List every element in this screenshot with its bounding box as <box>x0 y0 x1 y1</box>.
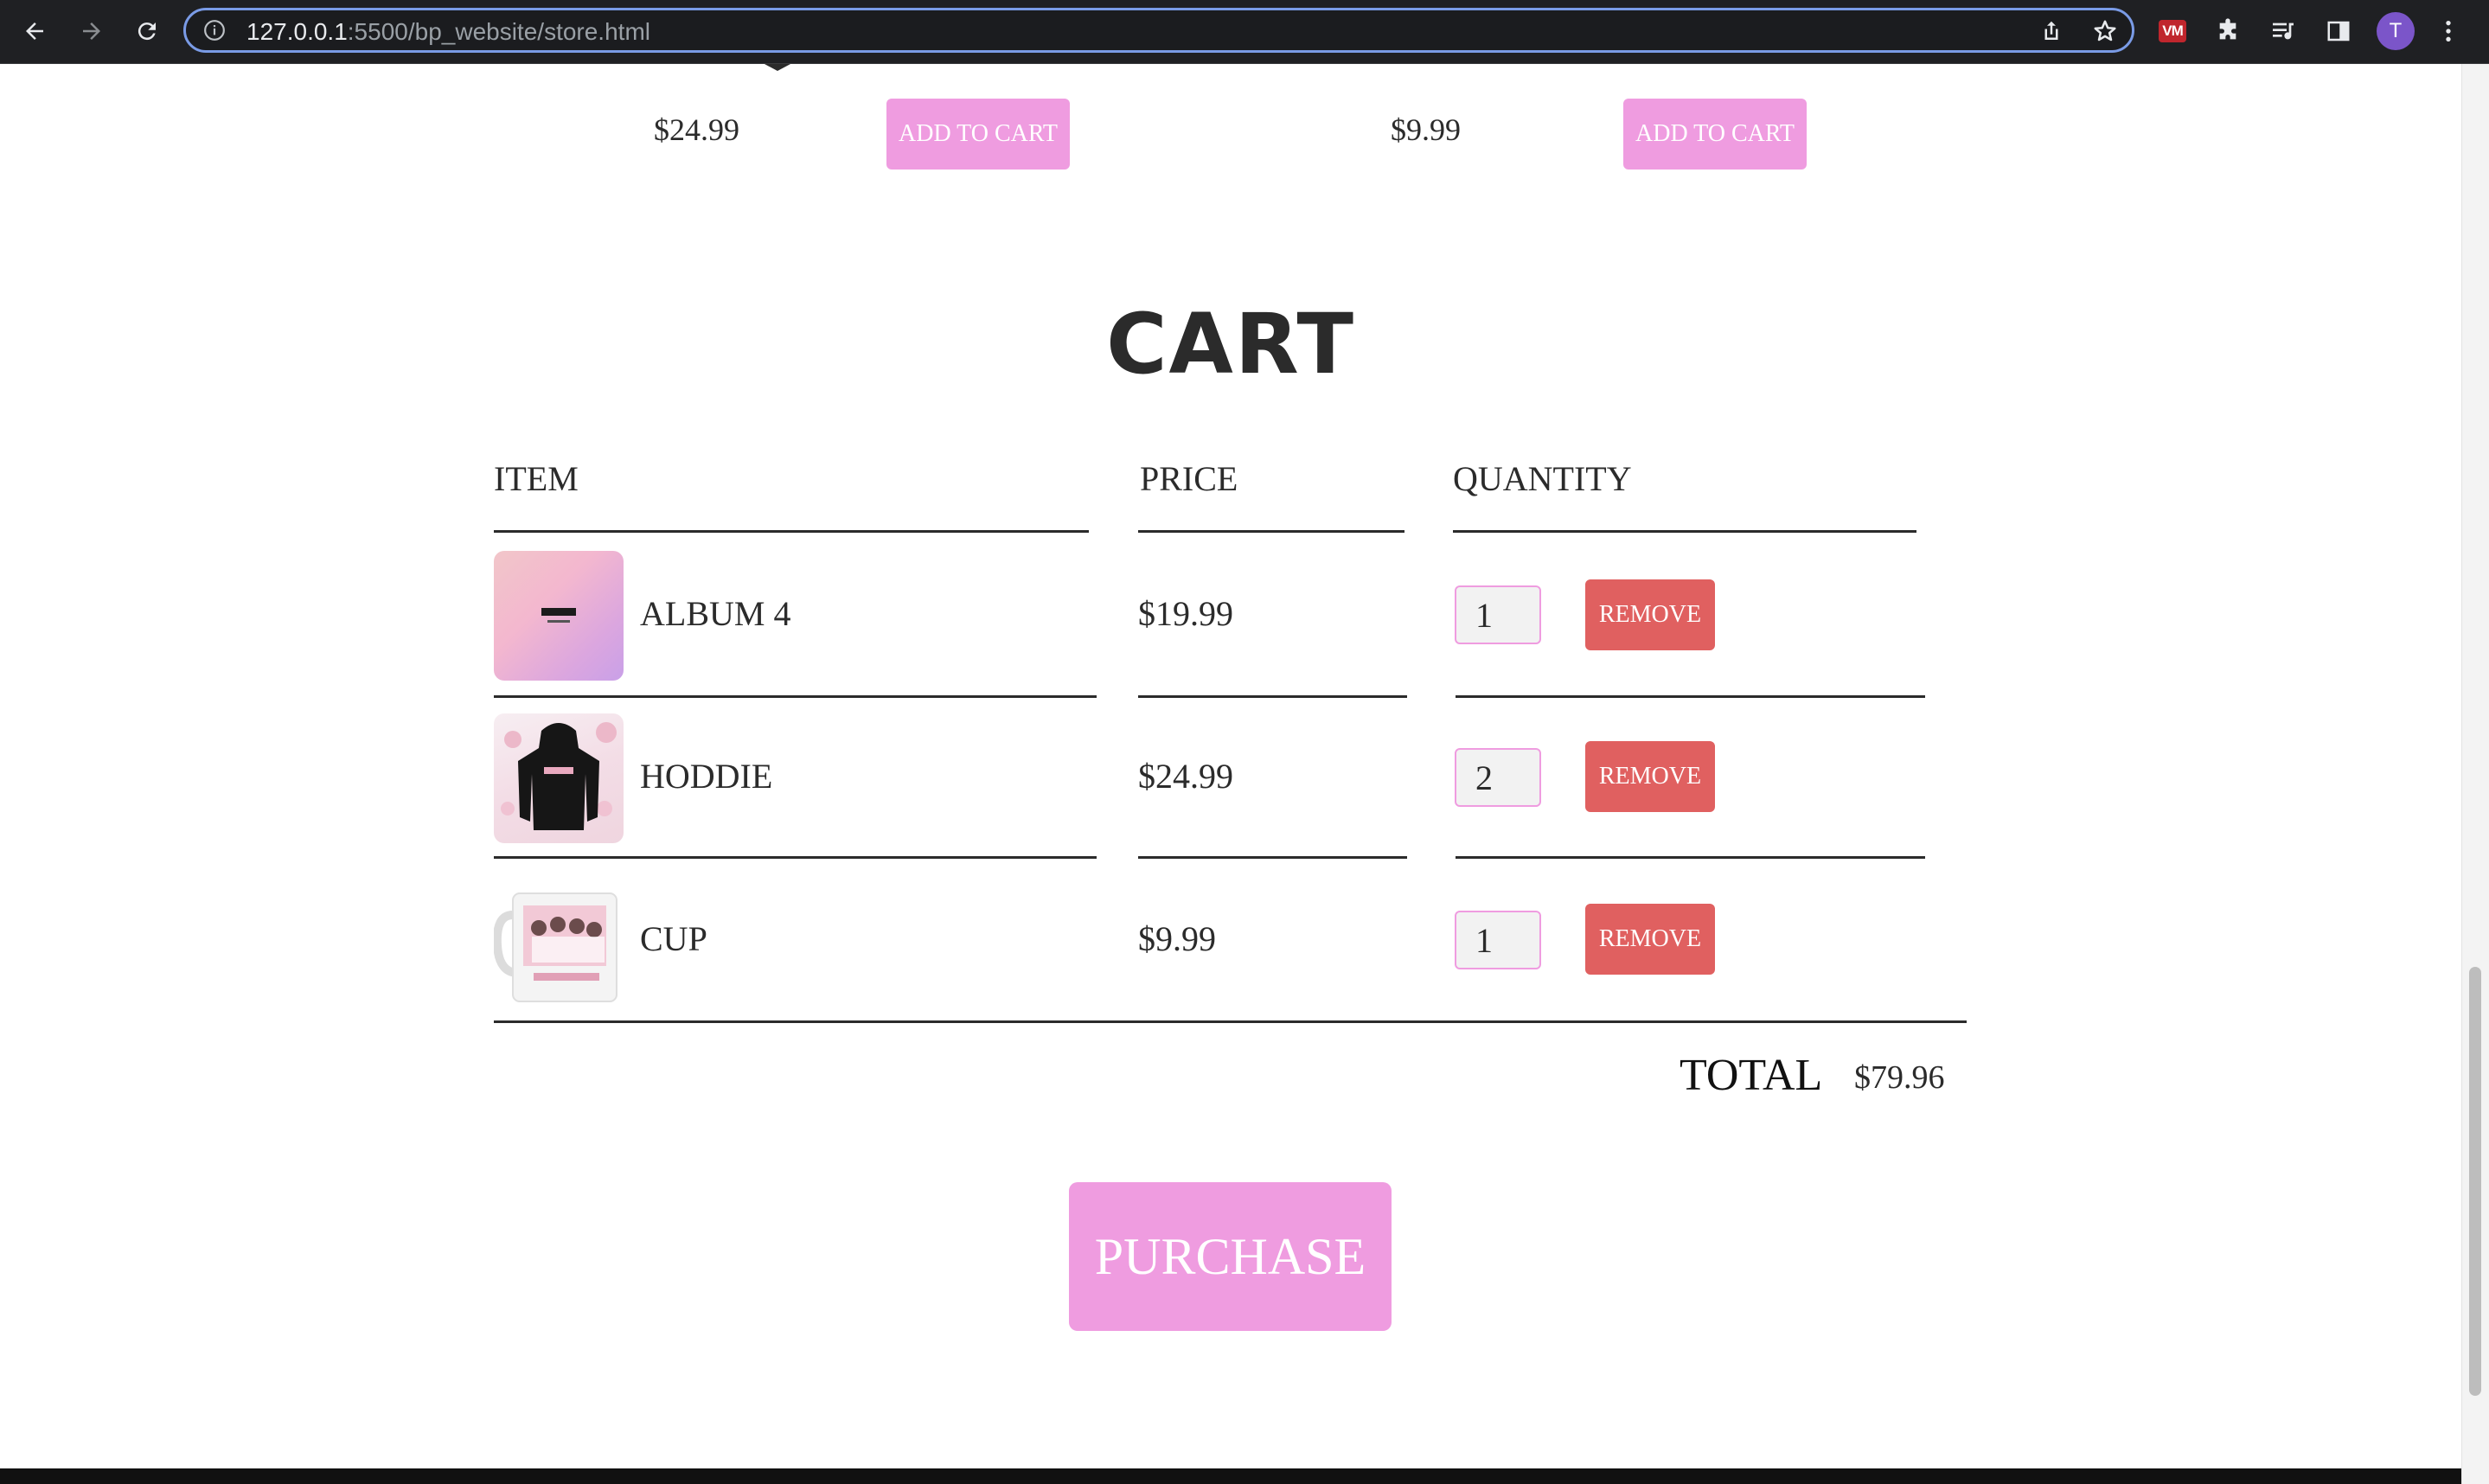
side-panel-glyph <box>2327 21 2350 42</box>
row-divider <box>1456 695 1925 698</box>
cart-item-name: HODDIE <box>640 757 773 796</box>
cart-item-name: ALBUM 4 <box>640 594 791 633</box>
column-header-quantity: QUANTITY <box>1453 459 1632 498</box>
url-host: 127.0.0.1 <box>246 18 348 45</box>
url-text: 127.0.0.1:5500/bp_website/store.html <box>246 18 650 46</box>
total-value: $79.96 <box>1854 1059 1945 1096</box>
puzzle-icon <box>2219 18 2236 40</box>
row-divider <box>1138 856 1407 859</box>
total-divider <box>494 1020 1967 1023</box>
address-bar[interactable]: 127.0.0.1:5500/bp_website/store.html <box>183 8 2134 53</box>
site-info-icon[interactable] <box>203 19 226 42</box>
profile-avatar[interactable]: T <box>2377 12 2415 50</box>
browser-toolbar: 127.0.0.1:5500/bp_website/store.html VM … <box>0 0 2489 64</box>
scrollbar-thumb[interactable] <box>2469 967 2481 1396</box>
cart-item-price: $19.99 <box>1138 594 1233 633</box>
hoodie-thumbnail <box>494 713 624 843</box>
media-control-icon[interactable] <box>2268 16 2299 47</box>
add-to-cart-button[interactable]: ADD TO CART <box>1623 99 1807 170</box>
header-divider <box>494 530 1089 533</box>
extensions-puzzle-icon[interactable] <box>2212 16 2243 47</box>
product-price: $9.99 <box>1391 112 1461 147</box>
quantity-input[interactable] <box>1455 585 1541 644</box>
row-divider <box>1456 856 1925 859</box>
purchase-button[interactable]: PURCHASE <box>1069 1182 1392 1331</box>
store-page: $24.99 ADD TO CART $9.99 ADD TO CART CAR… <box>0 64 2461 1484</box>
album-subtitle-mark <box>547 620 570 623</box>
remove-button[interactable]: REMOVE <box>1585 904 1715 975</box>
quantity-input[interactable] <box>1455 911 1541 969</box>
hoodie-image <box>501 722 617 830</box>
cart-item-price: $24.99 <box>1138 757 1233 796</box>
quantity-input[interactable] <box>1455 748 1541 807</box>
header-divider <box>1453 530 1916 533</box>
back-arrow-icon <box>26 22 43 40</box>
footer <box>0 1468 2461 1484</box>
kebab-menu-icon <box>2446 21 2451 42</box>
album-logo <box>541 608 576 616</box>
remove-button[interactable]: REMOVE <box>1585 579 1715 650</box>
row-divider <box>494 856 1097 859</box>
forward-arrow-icon <box>83 22 100 40</box>
product-image-fragment <box>765 64 790 71</box>
reload-icon <box>138 22 156 41</box>
column-header-item: ITEM <box>494 459 579 498</box>
reload-button[interactable] <box>128 12 166 50</box>
total-label: TOTAL <box>1680 1051 1823 1100</box>
row-divider <box>1138 695 1407 698</box>
product-price: $24.99 <box>654 112 739 147</box>
row-divider <box>494 695 1097 698</box>
extension-vm-label: VM <box>2159 20 2186 42</box>
add-to-cart-button[interactable]: ADD TO CART <box>886 99 1070 170</box>
column-header-price: PRICE <box>1140 459 1238 498</box>
mug-image <box>494 892 617 1002</box>
header-divider <box>1138 530 1404 533</box>
album-thumbnail <box>494 551 624 681</box>
side-panel-icon[interactable] <box>2323 16 2354 47</box>
remove-button[interactable]: REMOVE <box>1585 741 1715 812</box>
url-path: :5500/bp_website/store.html <box>347 18 650 45</box>
cart-item-name: CUP <box>640 919 707 958</box>
playlist-icon <box>2273 22 2294 40</box>
cart-heading: CART <box>1106 296 1355 393</box>
bookmark-star-icon[interactable] <box>2092 18 2118 44</box>
browser-menu-icon[interactable] <box>2435 16 2461 47</box>
mug-thumbnail <box>494 876 624 1006</box>
forward-button[interactable] <box>73 12 111 50</box>
cart-item-price: $9.99 <box>1138 919 1216 958</box>
extension-vm-icon[interactable]: VM <box>2157 16 2188 47</box>
back-button[interactable] <box>16 12 54 50</box>
share-icon[interactable] <box>2038 18 2064 44</box>
